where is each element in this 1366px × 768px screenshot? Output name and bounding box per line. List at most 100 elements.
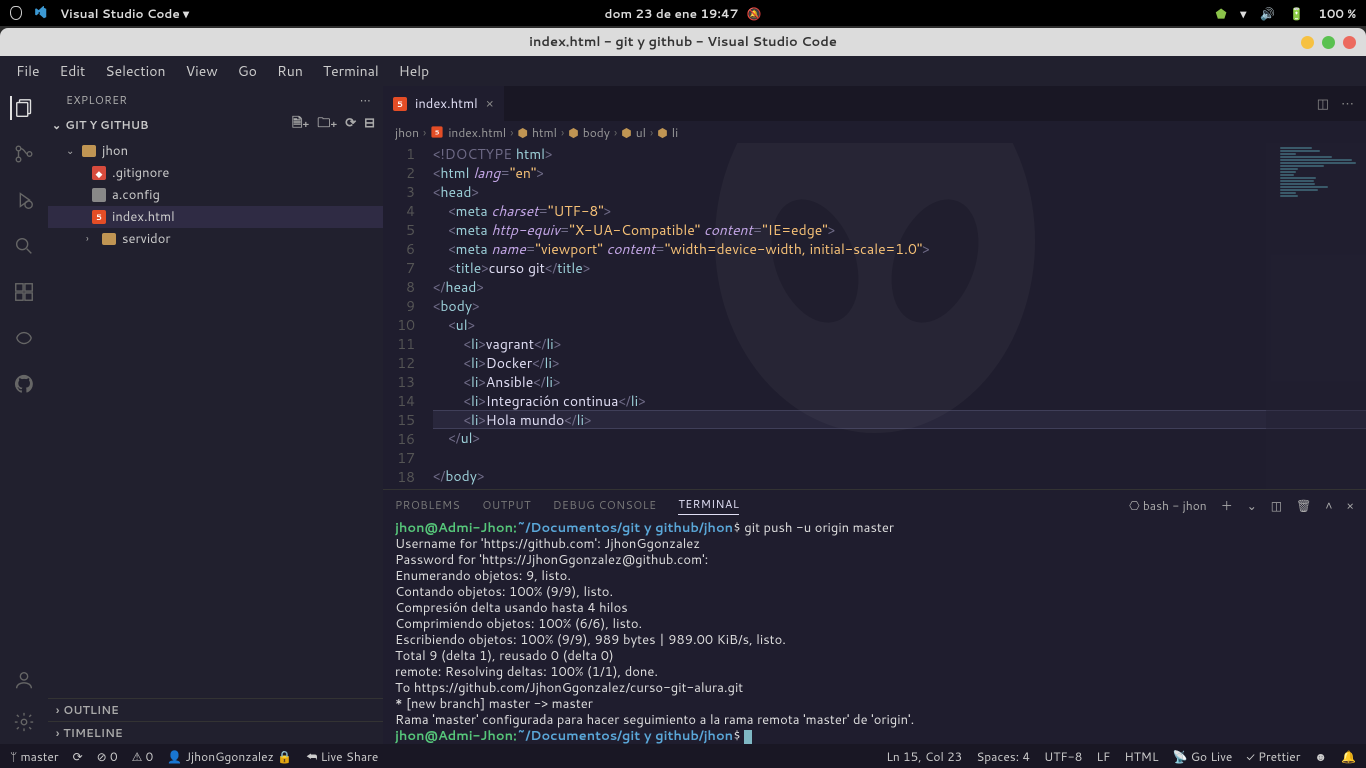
code-editor[interactable]: 123 456 789 101112 131415 161718 <!DOCTY… xyxy=(383,143,1366,489)
encoding-indicator[interactable]: UTF-8 xyxy=(1044,748,1082,765)
status-user[interactable]: 👤 JjhonGgonzalez 🔒 xyxy=(167,748,292,765)
extensions-icon[interactable] xyxy=(12,280,36,304)
panel-tab-output[interactable]: OUTPUT xyxy=(482,497,531,513)
minimap[interactable] xyxy=(1266,143,1366,489)
new-file-icon[interactable]: 🗎₊ xyxy=(292,114,309,136)
app-menu-label[interactable]: Visual Studio Code ▾ xyxy=(60,5,189,22)
timeline-label: TIMELINE xyxy=(63,725,122,741)
breadcrumb-item[interactable]: body xyxy=(583,124,610,141)
bell-icon[interactable]: 🔔 xyxy=(1341,748,1356,765)
github-icon[interactable] xyxy=(12,372,36,396)
breadcrumb[interactable]: jhon› 5 index.html› ⬢html› ⬢body› ⬢ul› ⬢… xyxy=(383,121,1366,143)
branch-indicator[interactable]: ᛘ master xyxy=(10,748,59,765)
panel-tab-problems[interactable]: PROBLEMS xyxy=(395,497,460,513)
folder-icon xyxy=(102,233,116,245)
maximize-button[interactable] xyxy=(1322,36,1335,49)
breadcrumb-item[interactable]: index.html xyxy=(448,124,506,141)
new-terminal-icon[interactable]: ＋ xyxy=(1221,497,1233,514)
menu-view[interactable]: View xyxy=(178,58,226,84)
live-share[interactable]: ⮪ Live Share xyxy=(306,748,378,765)
window-titlebar: index.html - git y github - Visual Studi… xyxy=(0,28,1366,56)
html-icon: 5 xyxy=(432,126,443,137)
menu-file[interactable]: File xyxy=(8,58,48,84)
panel-tab-terminal[interactable]: TERMINAL xyxy=(678,496,739,515)
language-indicator[interactable]: HTML xyxy=(1124,748,1158,765)
tree-file-aconfig[interactable]: a.config xyxy=(48,184,383,206)
indent-indicator[interactable]: Spaces: 4 xyxy=(976,748,1030,765)
tree-file-gitignore[interactable]: ◆ .gitignore xyxy=(48,162,383,184)
scm-icon[interactable] xyxy=(12,142,36,166)
settings-icon[interactable] xyxy=(12,710,36,734)
breadcrumb-item[interactable]: li xyxy=(672,124,678,141)
menu-terminal[interactable]: Terminal xyxy=(315,58,387,84)
code-content[interactable]: <!DOCTYPE html> <html lang="en"> <head> … xyxy=(433,143,1366,489)
terminal-output[interactable]: jhon@Admi-Jhon:~/Documentos/git y github… xyxy=(383,520,1366,744)
maximize-panel-icon[interactable]: ˄ xyxy=(1325,497,1332,514)
dnd-icon[interactable]: 🔕 xyxy=(747,5,762,22)
remote-icon[interactable] xyxy=(12,326,36,350)
run-debug-icon[interactable] xyxy=(12,188,36,212)
tree-label: a.config xyxy=(112,186,160,204)
menu-selection[interactable]: Selection xyxy=(97,58,173,84)
menu-run[interactable]: Run xyxy=(269,58,311,84)
clock[interactable]: dom 23 de ene 19:47 xyxy=(605,5,739,22)
eol-indicator[interactable]: LF xyxy=(1096,748,1110,765)
window-title: index.html - git y github - Visual Studi… xyxy=(529,33,837,51)
minimize-button[interactable] xyxy=(1301,36,1314,49)
go-live-button[interactable]: 📡 Go Live xyxy=(1172,748,1232,765)
tree-label: .gitignore xyxy=(112,164,169,182)
terminal-shell-label[interactable]: ⎔ bash - jhon xyxy=(1129,497,1207,514)
warnings-count[interactable]: ⚠ 0 xyxy=(132,748,154,765)
menubar: File Edit Selection View Go Run Terminal… xyxy=(0,56,1366,86)
prettier-indicator[interactable]: ✓ Prettier xyxy=(1246,748,1300,765)
new-folder-icon[interactable]: 🗀₊ xyxy=(317,114,337,136)
split-terminal-icon[interactable]: ◫ xyxy=(1271,497,1282,514)
volume-icon[interactable]: 🔊 xyxy=(1260,5,1275,22)
tree-label: servidor xyxy=(122,230,170,248)
account-icon[interactable] xyxy=(12,668,36,692)
tree-folder-servidor[interactable]: › servidor xyxy=(48,228,383,250)
outline-section[interactable]: › OUTLINE xyxy=(48,698,383,721)
tab-index-html[interactable]: 5 index.html × xyxy=(383,86,505,121)
cursor-position[interactable]: Ln 15, Col 23 xyxy=(886,748,962,765)
terminal-cursor xyxy=(744,730,752,744)
split-editor-icon[interactable]: ◫ xyxy=(1317,95,1329,113)
breadcrumb-item[interactable]: html xyxy=(532,124,557,141)
editor-more-icon[interactable]: ⋯ xyxy=(1341,95,1354,113)
shield-icon[interactable]: ⬟ xyxy=(1216,5,1226,22)
wifi-icon[interactable]: ▾ xyxy=(1240,5,1246,22)
status-bar: ᛘ master ⟳ ⊘ 0 ⚠ 0 👤 JjhonGgonzalez 🔒 ⮪ … xyxy=(0,744,1366,768)
menu-help[interactable]: Help xyxy=(391,58,437,84)
tree-file-index[interactable]: 5 index.html xyxy=(48,206,383,228)
project-header[interactable]: ⌄ GIT Y GITHUB 🗎₊ 🗀₊ ⟳ ⊟ xyxy=(48,112,383,138)
breadcrumb-item[interactable]: jhon xyxy=(395,124,419,141)
panel-tab-debug[interactable]: DEBUG CONSOLE xyxy=(553,497,657,513)
errors-count[interactable]: ⊘ 0 xyxy=(97,748,118,765)
git-icon: ◆ xyxy=(92,166,106,180)
explorer-sidebar: EXPLORER ⋯ ⌄ GIT Y GITHUB 🗎₊ 🗀₊ ⟳ ⊟ ⌄ jh… xyxy=(48,86,383,744)
explorer-more-icon[interactable]: ⋯ xyxy=(360,92,371,108)
line-gutter: 123 456 789 101112 131415 161718 xyxy=(383,143,433,489)
menu-edit[interactable]: Edit xyxy=(52,58,94,84)
refresh-icon[interactable]: ⟳ xyxy=(345,114,356,136)
feedback-icon[interactable]: ☻ xyxy=(1314,748,1327,765)
kill-terminal-icon[interactable]: 🗑 xyxy=(1296,497,1311,514)
collapse-icon[interactable]: ⊟ xyxy=(364,114,375,136)
vscode-icon[interactable] xyxy=(34,6,48,20)
tree-folder-jhon[interactable]: ⌄ jhon xyxy=(48,140,383,162)
alienware-icon[interactable] xyxy=(10,6,22,20)
sync-icon[interactable]: ⟳ xyxy=(73,748,83,765)
close-tab-icon[interactable]: × xyxy=(486,95,494,113)
close-button[interactable] xyxy=(1343,36,1356,49)
battery-pct: 100 % xyxy=(1318,5,1356,22)
outline-label: OUTLINE xyxy=(63,702,119,718)
chevron-down-icon: ⌄ xyxy=(52,117,61,133)
menu-go[interactable]: Go xyxy=(230,58,265,84)
explorer-icon[interactable] xyxy=(10,96,36,120)
breadcrumb-item[interactable]: ul xyxy=(636,124,646,141)
timeline-section[interactable]: › TIMELINE xyxy=(48,721,383,744)
terminal-dropdown-icon[interactable]: ⌄ xyxy=(1247,497,1257,514)
battery-icon[interactable]: 🔋 xyxy=(1289,5,1304,22)
search-icon[interactable] xyxy=(12,234,36,258)
close-panel-icon[interactable]: × xyxy=(1346,497,1354,514)
